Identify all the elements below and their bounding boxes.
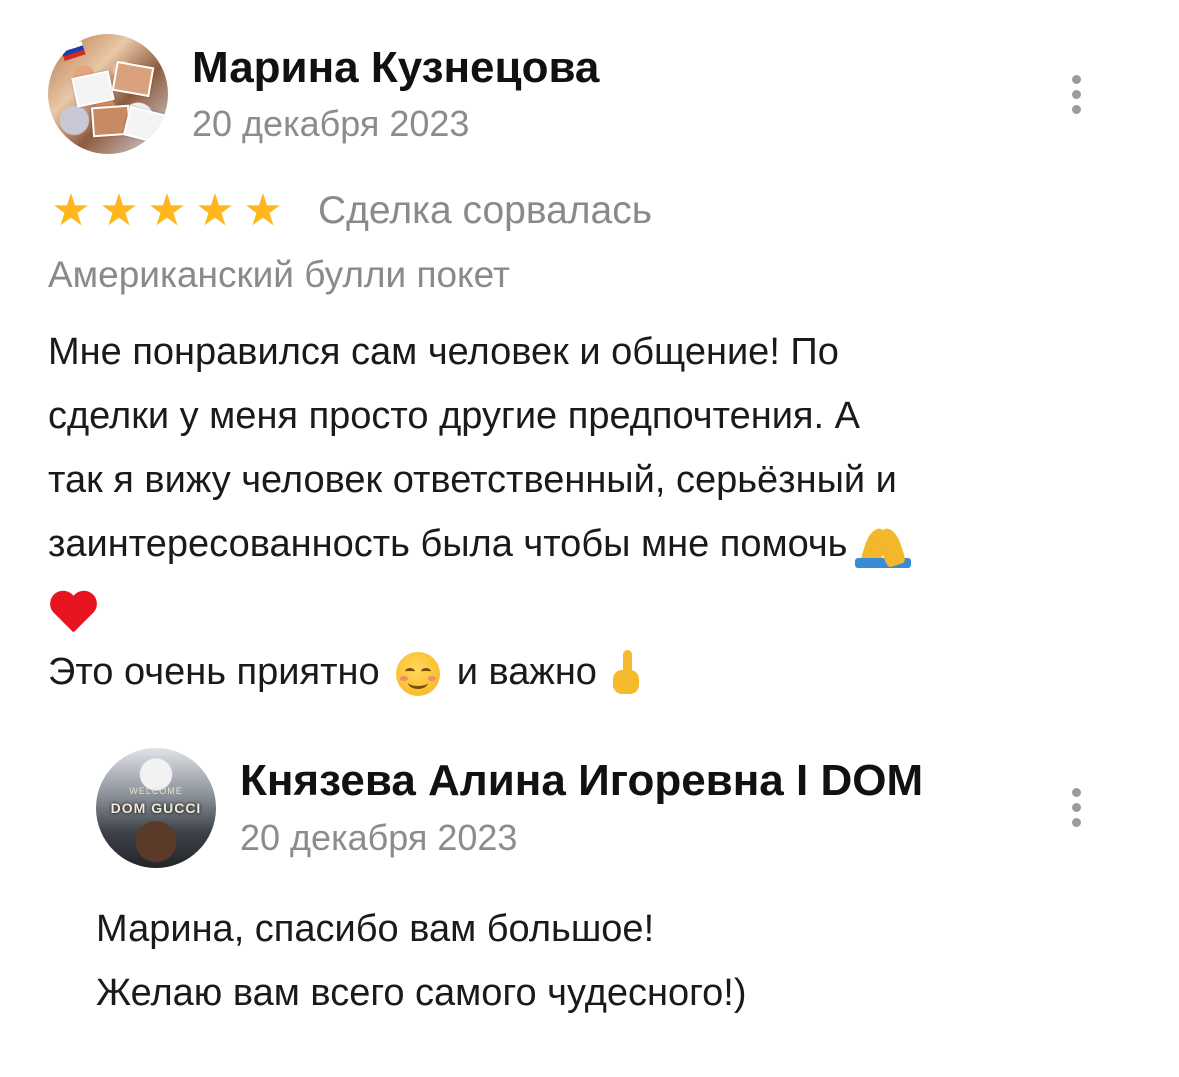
flag-decoration [60, 40, 86, 62]
star-icon: ★ [51, 185, 91, 236]
reviewer-avatar[interactable] [48, 34, 168, 154]
avatar-text: WELCOME [129, 786, 183, 796]
review-text-line: заинтересованность была чтобы мне помочь [48, 523, 848, 565]
menu-dot [1071, 818, 1081, 827]
review-more-menu-icon[interactable] [1066, 75, 1086, 114]
review-date: 20 декабря 2023 [192, 103, 470, 144]
menu-dot [1071, 90, 1081, 99]
deal-status: Сделка сорвалась [318, 189, 653, 232]
reply-text-line: Марина, спасибо вам большое! [96, 908, 655, 950]
heart-line [48, 576, 1148, 640]
review-text-line: Мне понравился сам человек и общение! По [48, 331, 839, 373]
review-text-line: сделки у меня просто другие предпочтения… [48, 395, 860, 437]
replier-avatar[interactable]: WELCOME DOM GUCCI [96, 748, 216, 868]
star-icon: ★ [243, 185, 283, 236]
review-text-line: так я вижу человек ответственный, серьёз… [48, 459, 897, 501]
menu-dot [1071, 105, 1081, 114]
reply-text: Марина, спасибо вам большое! Желаю вам в… [96, 897, 1096, 1025]
review-text: Мне понравился сам человек и общение! По… [48, 320, 1148, 704]
star-icon: ★ [147, 185, 187, 236]
review-text-line-with-emoji: заинтересованность была чтобы мне помочь [48, 512, 1148, 576]
replier-name[interactable]: Князева Алина Игоревна I DOM [240, 755, 923, 807]
smiling-face-emoji-icon [396, 651, 441, 696]
avatar-text: DOM GUCCI [110, 800, 202, 816]
avatar-photo-tile [122, 105, 168, 145]
review-text-line-with-emoji: Это очень приятно и важно [48, 640, 1148, 704]
review-text-segment: Это очень приятно [48, 651, 380, 693]
pray-emoji-icon [855, 524, 912, 568]
menu-dot [1071, 803, 1081, 812]
menu-dot [1071, 75, 1081, 84]
review-text-segment: и важно [456, 651, 597, 693]
star-icon: ★ [195, 185, 235, 236]
rating-stars: ★ ★ ★ ★ ★ [48, 189, 286, 233]
listing-title[interactable]: Американский булли покет [48, 253, 510, 297]
reply-date: 20 декабря 2023 [240, 817, 518, 858]
menu-dot [1071, 788, 1081, 797]
heart-emoji-icon [48, 588, 98, 632]
reviewer-name[interactable]: Марина Кузнецова [192, 42, 599, 94]
avatar-photo-tile [71, 70, 115, 108]
star-icon: ★ [99, 185, 139, 236]
reply-text-line: Желаю вам всего самого чудесного!) [96, 972, 747, 1014]
pointing-up-emoji-icon [607, 649, 643, 698]
reply-more-menu-icon[interactable] [1066, 788, 1086, 827]
avatar-photo-tile [111, 60, 155, 98]
